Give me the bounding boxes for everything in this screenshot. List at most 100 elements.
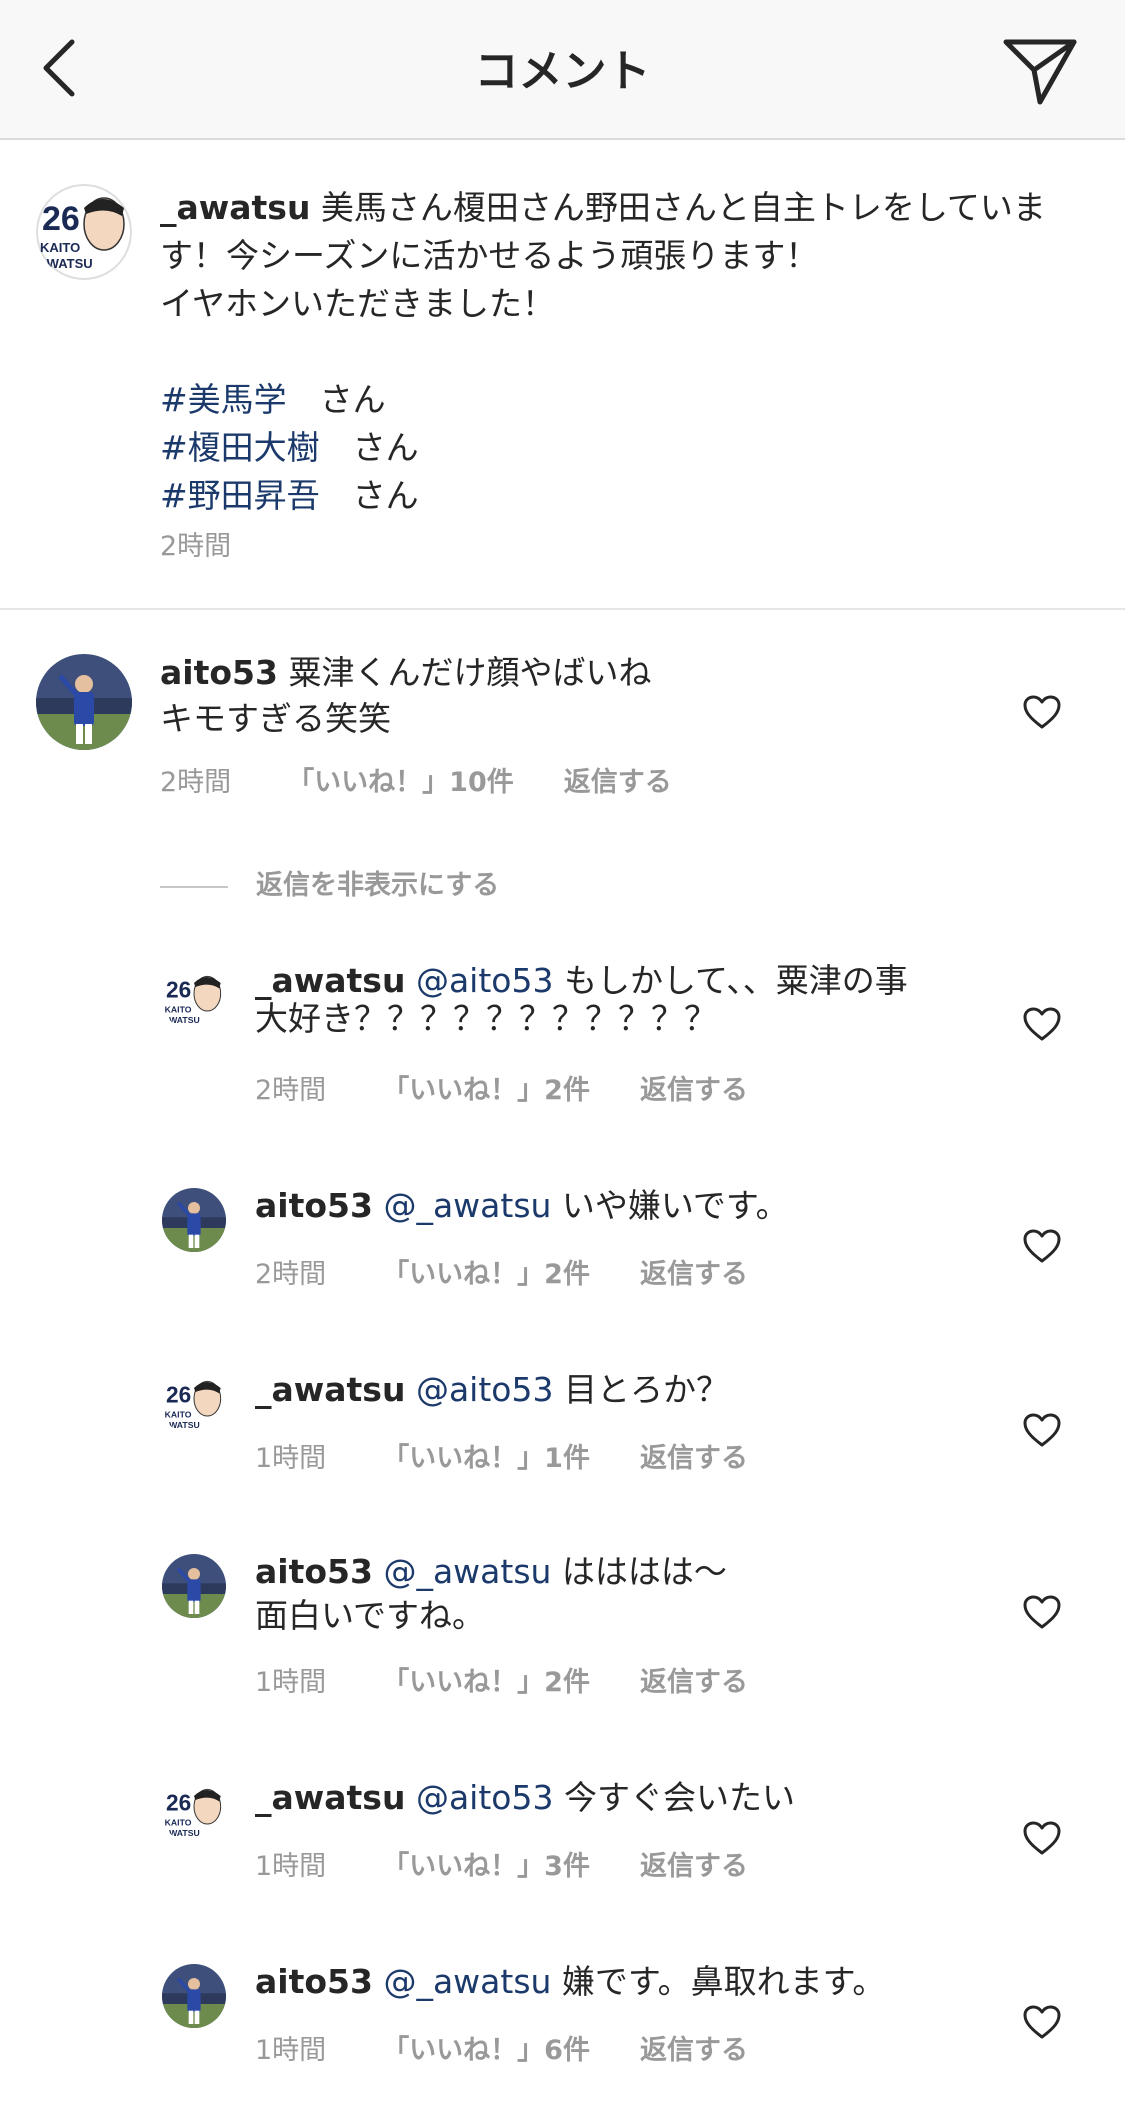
- avatar[interactable]: [162, 1964, 226, 2028]
- hashtag-suffix: さん: [319, 428, 419, 467]
- reply-button[interactable]: 返信する: [564, 760, 672, 799]
- reply-timestamp: 1時間: [255, 1443, 327, 1474]
- divider: [0, 608, 1125, 610]
- likes-count-link[interactable]: 「いいね！」10件: [287, 760, 514, 799]
- avatar[interactable]: [36, 654, 132, 750]
- svg-text:26: 26: [166, 1382, 191, 1408]
- comment-text: aito53 粟津くんだけ顔やばいね キモすぎる笑笑: [160, 650, 980, 742]
- reply-username[interactable]: _awatsu: [255, 961, 405, 1000]
- heart-outline-icon[interactable]: [1022, 694, 1062, 730]
- mention-link[interactable]: @aito53: [416, 961, 554, 1000]
- likes-count-link[interactable]: 「いいね！」3件: [382, 1844, 590, 1883]
- caption-line-2: す！今シーズンに活かせるよう頑張ります！: [160, 236, 819, 275]
- header-bar: コメント: [0, 0, 1125, 140]
- comment-line-2: キモすぎる笑笑: [160, 699, 391, 738]
- reply-username[interactable]: aito53: [255, 1552, 373, 1591]
- reply-text: aito53 @_awatsu いや嫌いです。: [255, 1184, 975, 1228]
- heart-outline-icon[interactable]: [1022, 1412, 1062, 1448]
- reply-meta: 1時間 「いいね！」3件 返信する: [255, 1844, 748, 1883]
- heart-outline-icon[interactable]: [1022, 1228, 1062, 1264]
- reply-line-2: 大好き？？？？？？？？？？？: [255, 999, 717, 1038]
- comment-meta: 2時間 「いいね！」10件 返信する: [160, 760, 672, 799]
- svg-text:AWATSU: AWATSU: [163, 1420, 199, 1430]
- reply-meta: 1時間 「いいね！」1件 返信する: [255, 1436, 748, 1475]
- reply-line-2: 面白いですね。: [255, 1596, 486, 1635]
- svg-text:AWATSU: AWATSU: [163, 1828, 199, 1838]
- heart-outline-icon[interactable]: [1022, 1594, 1062, 1630]
- reply-button[interactable]: 返信する: [640, 1068, 748, 1107]
- reply-line-1: はははは〜: [551, 1552, 727, 1591]
- share-button[interactable]: [1000, 34, 1080, 108]
- avatar[interactable]: [162, 1188, 226, 1252]
- likes-count-link[interactable]: 「いいね！」1件: [382, 1436, 590, 1475]
- likes-count-link[interactable]: 「いいね！」2件: [382, 1660, 590, 1699]
- mention-link[interactable]: @_awatsu: [383, 1552, 551, 1591]
- avatar-label-1: KAITO: [40, 240, 80, 255]
- reply-button[interactable]: 返信する: [640, 1660, 748, 1699]
- awatsu-avatar-icon: 26 KAITO AWATSU: [36, 184, 132, 280]
- mention-link[interactable]: @aito53: [416, 1778, 554, 1817]
- reply-username[interactable]: aito53: [255, 1186, 373, 1225]
- svg-text:AWATSU: AWATSU: [163, 1015, 199, 1025]
- reply-meta: 2時間 「いいね！」2件 返信する: [255, 1252, 748, 1291]
- svg-text:KAITO: KAITO: [165, 1409, 192, 1419]
- likes-count-link[interactable]: 「いいね！」2件: [382, 1252, 590, 1291]
- comment-username[interactable]: aito53: [160, 653, 278, 692]
- svg-text:KAITO: KAITO: [165, 1004, 192, 1014]
- player-photo-icon: [36, 654, 132, 750]
- player-photo-icon: [162, 1964, 226, 2028]
- heart-outline-icon[interactable]: [1022, 1820, 1062, 1856]
- hashtag-link[interactable]: #野田昇吾: [160, 476, 320, 515]
- awatsu-avatar-icon: 26 KAITO AWATSU: [162, 967, 226, 1031]
- reply-button[interactable]: 返信する: [640, 1844, 748, 1883]
- page-title: コメント: [474, 46, 651, 97]
- reply-button[interactable]: 返信する: [640, 1252, 748, 1291]
- reply-text: aito53 @_awatsu 嫌です。鼻取れます。: [255, 1960, 975, 2004]
- reply-text: _awatsu @aito53 今すぐ会いたい: [255, 1776, 975, 1820]
- hashtag-link[interactable]: #榎田大樹: [160, 428, 320, 467]
- comment: aito53 粟津くんだけ顔やばいね キモすぎる笑笑 2時間 「いいね！」10件 返…: [0, 650, 1125, 810]
- post-timestamp: 2時間: [160, 531, 232, 562]
- svg-text:26: 26: [166, 977, 191, 1003]
- caption-line-3: イヤホンいただきました！: [160, 284, 556, 323]
- hashtag-link[interactable]: #美馬学: [160, 380, 287, 419]
- reply-button[interactable]: 返信する: [640, 2028, 748, 2067]
- mention-link[interactable]: @aito53: [416, 1370, 554, 1409]
- heart-outline-icon[interactable]: [1022, 1006, 1062, 1042]
- likes-count-link[interactable]: 「いいね！」2件: [382, 1068, 590, 1107]
- reply-button[interactable]: 返信する: [640, 1436, 748, 1475]
- avatar-number: 26: [42, 200, 80, 238]
- reply-line-1: 目とろか？: [553, 1370, 729, 1409]
- reply-line-1: 嫌です。鼻取れます。: [551, 1962, 886, 2001]
- reply-username[interactable]: aito53: [255, 1962, 373, 2001]
- avatar[interactable]: 26 KAITO AWATSU: [162, 967, 226, 1031]
- mention-link[interactable]: @_awatsu: [383, 1962, 551, 2001]
- likes-count-link[interactable]: 「いいね！」6件: [382, 2028, 590, 2067]
- comment-timestamp: 2時間: [160, 767, 232, 798]
- hashtag-suffix: さん: [286, 380, 386, 419]
- reply-text: _awatsu @aito53 目とろか？: [255, 1368, 975, 1412]
- paper-plane-icon: [1003, 39, 1077, 105]
- reply-timestamp: 2時間: [255, 1259, 327, 1290]
- reply-username[interactable]: _awatsu: [255, 1370, 405, 1409]
- caption-line-1: 美馬さん榎田さん野田さんと自主トレをしていま: [310, 188, 1046, 227]
- avatar-label-2: AWATSU: [38, 256, 93, 271]
- avatar[interactable]: 26 KAITO AWATSU: [162, 1780, 226, 1844]
- reply-comment: 26 KAITO AWATSU _awatsu @aito53 今すぐ会いたい …: [0, 1776, 1125, 1896]
- player-photo-icon: [162, 1554, 226, 1618]
- reply-username[interactable]: _awatsu: [255, 1778, 405, 1817]
- avatar[interactable]: [162, 1554, 226, 1618]
- reply-timestamp: 2時間: [255, 1075, 327, 1106]
- divider: [160, 886, 228, 888]
- reply-line-1: 今すぐ会いたい: [553, 1778, 795, 1817]
- svg-text:KAITO: KAITO: [165, 1817, 192, 1827]
- avatar[interactable]: 26 KAITO AWATSU: [36, 184, 132, 280]
- avatar[interactable]: 26 KAITO AWATSU: [162, 1372, 226, 1436]
- mention-link[interactable]: @_awatsu: [383, 1186, 551, 1225]
- awatsu-avatar-icon: 26 KAITO AWATSU: [162, 1372, 226, 1436]
- player-photo-icon: [162, 1188, 226, 1252]
- reply-timestamp: 1時間: [255, 1851, 327, 1882]
- heart-outline-icon[interactable]: [1022, 2004, 1062, 2040]
- post-caption: 26 KAITO AWATSU _awatsu 美馬さん榎田さん野田さんと自主ト…: [0, 140, 1125, 608]
- post-username[interactable]: _awatsu: [160, 188, 310, 227]
